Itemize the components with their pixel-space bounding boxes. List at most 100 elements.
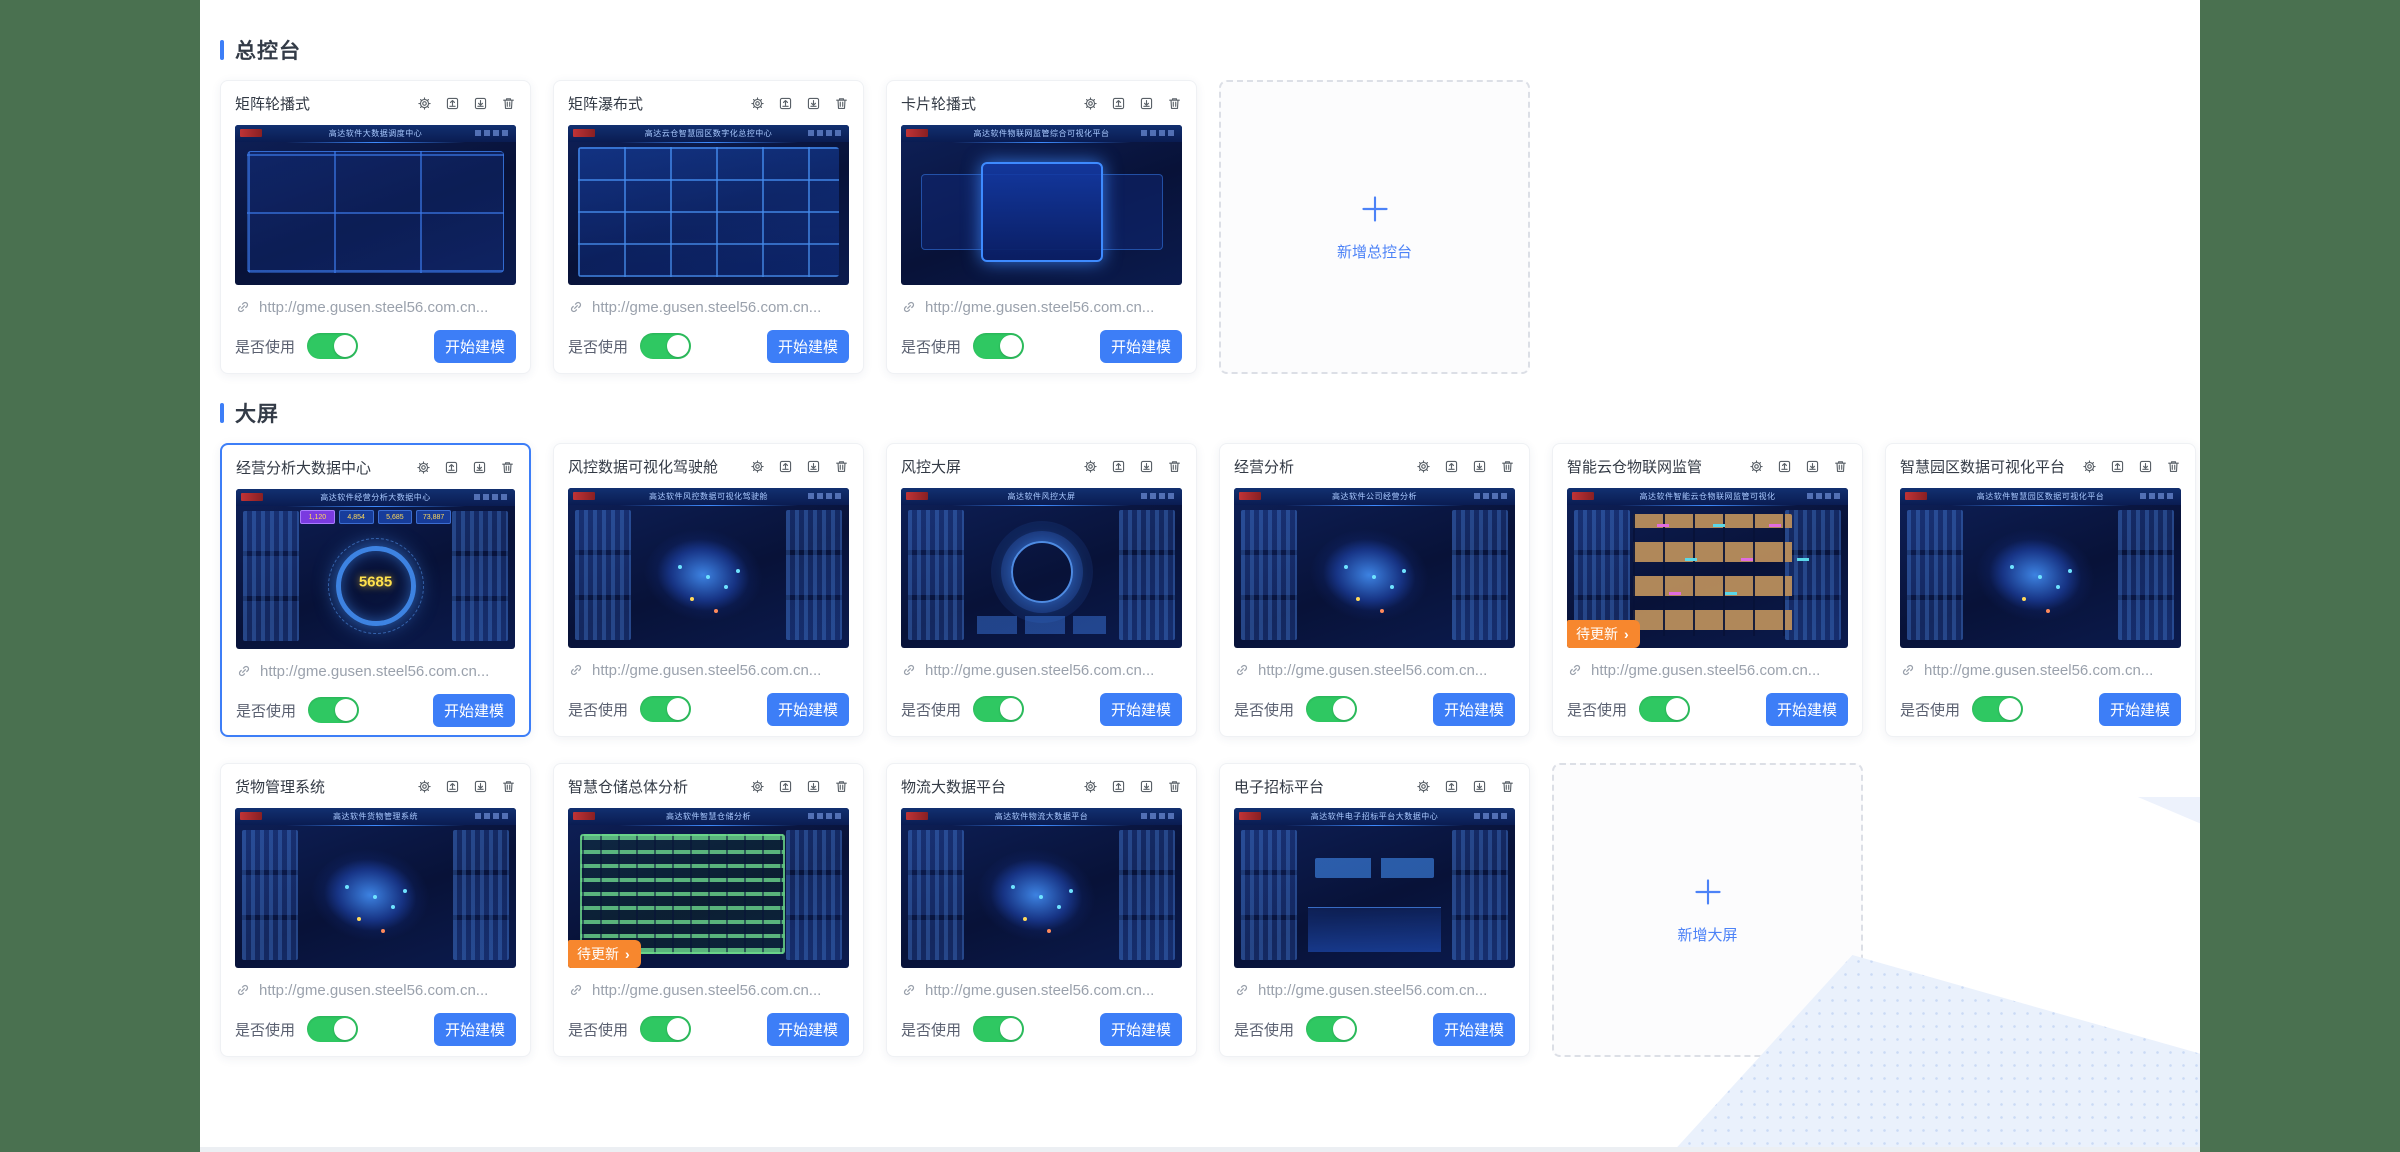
dashboard-thumbnail[interactable]: 高达软件物流大数据平台: [901, 808, 1182, 968]
dashboard-card[interactable]: 矩阵轮播式 高达软件大数据调度中心 http://gme.gusen.stee: [220, 80, 531, 374]
dashboard-thumbnail[interactable]: 高达软件智慧仓储分析 待更新 ›: [568, 808, 849, 968]
dashboard-thumbnail[interactable]: 高达软件大数据调度中心: [235, 125, 516, 285]
delete-icon[interactable]: [500, 460, 515, 475]
use-toggle[interactable]: [640, 696, 691, 722]
dashboard-thumbnail[interactable]: 高达软件公司经营分析: [1234, 488, 1515, 648]
dashboard-card[interactable]: 货物管理系统 高达软件货物管理系统 http://gme.gusen.stee: [220, 763, 531, 1057]
start-modeling-button[interactable]: 开始建模: [433, 694, 515, 727]
dashboard-url[interactable]: http://gme.gusen.steel56.com.cn...: [1258, 982, 1487, 999]
dashboard-card[interactable]: 经营分析大数据中心 高达软件经营分析大数据中心 1,1204,8545,6857…: [220, 443, 531, 737]
start-modeling-button[interactable]: 开始建模: [1766, 693, 1848, 726]
dashboard-url[interactable]: http://gme.gusen.steel56.com.cn...: [1591, 662, 1820, 679]
upload-icon[interactable]: [1111, 459, 1126, 474]
dashboard-thumbnail[interactable]: 高达云仓智慧园区数字化总控中心: [568, 125, 849, 285]
delete-icon[interactable]: [501, 779, 516, 794]
dashboard-url[interactable]: http://gme.gusen.steel56.com.cn...: [925, 982, 1154, 999]
delete-icon[interactable]: [1167, 459, 1182, 474]
download-icon[interactable]: [806, 459, 821, 474]
start-modeling-button[interactable]: 开始建模: [767, 693, 849, 726]
settings-icon[interactable]: [416, 460, 431, 475]
upload-icon[interactable]: [445, 779, 460, 794]
pending-update-badge[interactable]: 待更新 ›: [1567, 620, 1640, 648]
delete-icon[interactable]: [834, 779, 849, 794]
upload-icon[interactable]: [778, 459, 793, 474]
dashboard-card[interactable]: 智慧仓储总体分析 高达软件智慧仓储分析 待更新 ›: [553, 763, 864, 1057]
dashboard-thumbnail[interactable]: 高达软件风控大屏: [901, 488, 1182, 648]
dashboard-url[interactable]: http://gme.gusen.steel56.com.cn...: [1924, 662, 2153, 679]
dashboard-url[interactable]: http://gme.gusen.steel56.com.cn...: [592, 299, 821, 316]
settings-icon[interactable]: [1083, 96, 1098, 111]
use-toggle[interactable]: [307, 333, 358, 359]
dashboard-thumbnail[interactable]: 高达软件风控数据可视化驾驶舱: [568, 488, 849, 648]
download-icon[interactable]: [2138, 459, 2153, 474]
dashboard-thumbnail[interactable]: 高达软件智慧园区数据可视化平台: [1900, 488, 2181, 648]
start-modeling-button[interactable]: 开始建模: [1100, 693, 1182, 726]
delete-icon[interactable]: [834, 96, 849, 111]
delete-icon[interactable]: [834, 459, 849, 474]
download-icon[interactable]: [1139, 96, 1154, 111]
upload-icon[interactable]: [2110, 459, 2125, 474]
start-modeling-button[interactable]: 开始建模: [1100, 1013, 1182, 1046]
use-toggle[interactable]: [1306, 1016, 1357, 1042]
use-toggle[interactable]: [640, 333, 691, 359]
dashboard-thumbnail[interactable]: 高达软件智能云仓物联网监管可视化 待更新 ›: [1567, 488, 1848, 648]
dashboard-card[interactable]: 风控数据可视化驾驶舱 高达软件风控数据可视化驾驶舱 http://gme.gu: [553, 443, 864, 737]
dashboard-card[interactable]: 电子招标平台 高达软件电子招标平台大数据中心 http://gme.gusen: [1219, 763, 1530, 1057]
delete-icon[interactable]: [2166, 459, 2181, 474]
use-toggle[interactable]: [640, 1016, 691, 1042]
start-modeling-button[interactable]: 开始建模: [434, 1013, 516, 1046]
delete-icon[interactable]: [1500, 459, 1515, 474]
settings-icon[interactable]: [1416, 459, 1431, 474]
dashboard-card[interactable]: 风控大屏 高达软件风控大屏 http://gme.gusen.steel56.: [886, 443, 1197, 737]
upload-icon[interactable]: [778, 779, 793, 794]
delete-icon[interactable]: [1167, 96, 1182, 111]
upload-icon[interactable]: [445, 96, 460, 111]
download-icon[interactable]: [1472, 779, 1487, 794]
use-toggle[interactable]: [973, 333, 1024, 359]
download-icon[interactable]: [472, 460, 487, 475]
dashboard-url[interactable]: http://gme.gusen.steel56.com.cn...: [1258, 662, 1487, 679]
settings-icon[interactable]: [2082, 459, 2097, 474]
delete-icon[interactable]: [501, 96, 516, 111]
dashboard-url[interactable]: http://gme.gusen.steel56.com.cn...: [259, 982, 488, 999]
upload-icon[interactable]: [1111, 96, 1126, 111]
settings-icon[interactable]: [1083, 459, 1098, 474]
dashboard-url[interactable]: http://gme.gusen.steel56.com.cn...: [925, 662, 1154, 679]
settings-icon[interactable]: [750, 459, 765, 474]
start-modeling-button[interactable]: 开始建模: [1433, 693, 1515, 726]
delete-icon[interactable]: [1167, 779, 1182, 794]
settings-icon[interactable]: [417, 96, 432, 111]
use-toggle[interactable]: [973, 1016, 1024, 1042]
dashboard-url[interactable]: http://gme.gusen.steel56.com.cn...: [592, 982, 821, 999]
use-toggle[interactable]: [973, 696, 1024, 722]
dashboard-card[interactable]: 智能云仓物联网监管 高达软件智能云仓物联网监管可视化 待更新 ›: [1552, 443, 1863, 737]
settings-icon[interactable]: [750, 96, 765, 111]
dashboard-card[interactable]: 智慧园区数据可视化平台 高达软件智慧园区数据可视化平台 http://gme.: [1885, 443, 2196, 737]
delete-icon[interactable]: [1833, 459, 1848, 474]
upload-icon[interactable]: [1777, 459, 1792, 474]
settings-icon[interactable]: [417, 779, 432, 794]
start-modeling-button[interactable]: 开始建模: [434, 330, 516, 363]
dashboard-card[interactable]: 卡片轮播式 高达软件物联网监管综合可视化平台 http://gme.gusen: [886, 80, 1197, 374]
upload-icon[interactable]: [444, 460, 459, 475]
download-icon[interactable]: [473, 779, 488, 794]
dashboard-card[interactable]: 矩阵瀑布式 高达云仓智慧园区数字化总控中心 http://gme.gusen.: [553, 80, 864, 374]
dashboard-url[interactable]: http://gme.gusen.steel56.com.cn...: [592, 662, 821, 679]
use-toggle[interactable]: [308, 697, 359, 723]
download-icon[interactable]: [1805, 459, 1820, 474]
upload-icon[interactable]: [1444, 459, 1459, 474]
start-modeling-button[interactable]: 开始建模: [767, 1013, 849, 1046]
add-console-card[interactable]: 新增总控台: [1219, 80, 1530, 374]
dashboard-thumbnail[interactable]: 高达软件电子招标平台大数据中心: [1234, 808, 1515, 968]
settings-icon[interactable]: [750, 779, 765, 794]
dashboard-thumbnail[interactable]: 高达软件货物管理系统: [235, 808, 516, 968]
settings-icon[interactable]: [1749, 459, 1764, 474]
upload-icon[interactable]: [1444, 779, 1459, 794]
download-icon[interactable]: [473, 96, 488, 111]
start-modeling-button[interactable]: 开始建模: [2099, 693, 2181, 726]
delete-icon[interactable]: [1500, 779, 1515, 794]
download-icon[interactable]: [1139, 779, 1154, 794]
pending-update-badge[interactable]: 待更新 ›: [568, 940, 641, 968]
use-toggle[interactable]: [1306, 696, 1357, 722]
start-modeling-button[interactable]: 开始建模: [1433, 1013, 1515, 1046]
